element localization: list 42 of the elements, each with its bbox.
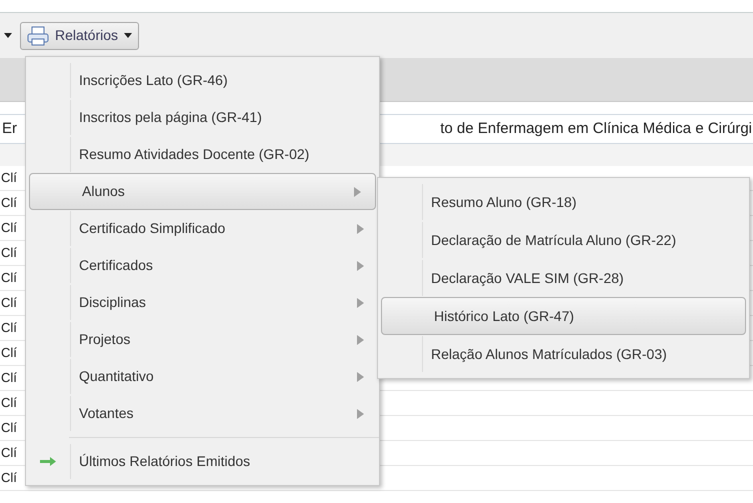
submenu-arrow-icon bbox=[357, 260, 364, 270]
table-cell-text: Clí bbox=[0, 369, 17, 388]
table-cell-text: Clí bbox=[0, 269, 17, 288]
table-cell-text: Clí bbox=[0, 444, 17, 462]
table-cell-text: Clí bbox=[0, 294, 17, 312]
table-cell-text: Clí bbox=[0, 319, 17, 338]
menu-item[interactable]: Resumo Aluno (GR-18) bbox=[378, 183, 749, 221]
reports-button[interactable]: Relatórios bbox=[20, 22, 140, 50]
menu-item[interactable]: Certificado Simplificado bbox=[26, 210, 379, 247]
submenu-arrow-icon bbox=[357, 334, 364, 344]
menu-item[interactable]: Relação Alunos Matrículados (GR-03) bbox=[378, 335, 749, 373]
table-cell-text: Clí bbox=[0, 219, 17, 238]
submenu-arrow-icon bbox=[357, 408, 364, 418]
table-cell-text: Clí bbox=[0, 194, 17, 212]
menu-item[interactable]: Declaração de Matrícula Aluno (GR-22) bbox=[378, 221, 749, 259]
field-text: to de Enfermagem em Clínica Médica e Cirúrgi bbox=[440, 118, 753, 139]
submenu-arrow-icon bbox=[357, 372, 364, 382]
arrow-icon bbox=[40, 457, 56, 466]
menu-item[interactable]: Resumo Atividades Docente (GR-02) bbox=[26, 136, 379, 173]
menu-item[interactable]: Certificados bbox=[26, 247, 379, 284]
menu-item[interactable]: Quantitativo bbox=[26, 358, 379, 395]
menu-item[interactable]: Projetos bbox=[26, 321, 379, 358]
submenu-arrow-icon bbox=[357, 298, 364, 308]
table-cell-text: Clí bbox=[0, 419, 17, 438]
menu-item[interactable]: Votantes bbox=[26, 395, 379, 432]
caret-icon bbox=[124, 33, 132, 38]
submenu-arrow-icon bbox=[354, 186, 361, 196]
table-cell-text: Clí bbox=[0, 169, 17, 188]
menu-item[interactable]: Histórico Lato (GR-47) bbox=[381, 297, 746, 335]
menu-item[interactable]: Disciplinas bbox=[26, 284, 379, 321]
table-cell-text: Clí bbox=[0, 244, 17, 262]
menu-item[interactable]: Inscritos pela página (GR-41) bbox=[26, 99, 379, 136]
table-cell-text: Clí bbox=[0, 469, 17, 488]
caret-icon[interactable] bbox=[4, 33, 12, 38]
table-cell-text: Clí bbox=[0, 344, 17, 362]
submenu-arrow-icon bbox=[357, 224, 364, 234]
menu-item[interactable]: Declaração VALE SIM (GR-28) bbox=[378, 259, 749, 297]
menu-item[interactable]: Últimos Relatórios Emitidos bbox=[26, 443, 379, 480]
field-text: Er bbox=[1, 118, 17, 139]
menu-item[interactable]: Alunos bbox=[29, 173, 376, 210]
table-cell-text: Clí bbox=[0, 394, 17, 412]
printer-icon bbox=[27, 26, 49, 46]
